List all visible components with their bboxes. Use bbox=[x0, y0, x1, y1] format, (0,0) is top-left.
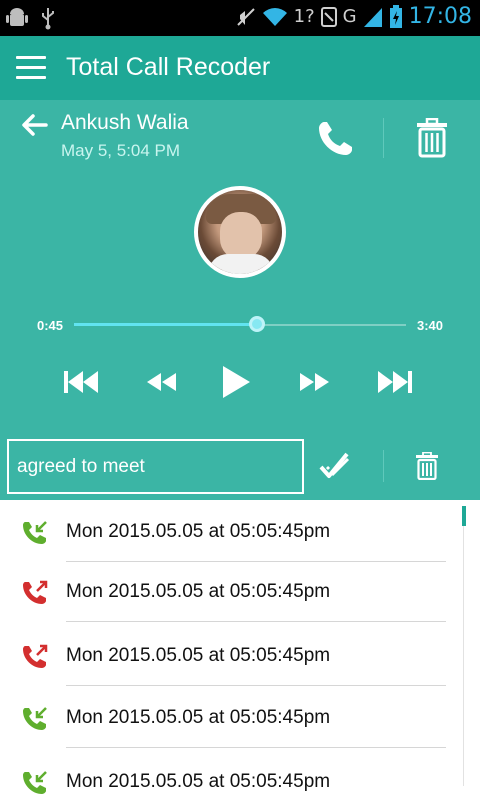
recordings-list: Mon 2015.05.05 at 05:05:45pm Mon 2015.05… bbox=[0, 500, 480, 800]
divider bbox=[383, 450, 384, 482]
incoming-call-icon bbox=[23, 707, 47, 730]
double-check-icon[interactable] bbox=[318, 450, 350, 482]
list-item[interactable]: Mon 2015.05.05 at 05:05:45pm bbox=[0, 688, 460, 748]
divider bbox=[383, 118, 384, 158]
fast-forward-icon[interactable] bbox=[298, 364, 332, 400]
play-icon[interactable] bbox=[220, 364, 252, 400]
seek-bar[interactable] bbox=[74, 316, 406, 332]
list-item[interactable]: Mon 2015.05.05 at 05:05:45pm bbox=[0, 502, 460, 562]
phone-icon[interactable] bbox=[316, 118, 356, 158]
recording-label: Mon 2015.05.05 at 05:05:45pm bbox=[66, 771, 331, 792]
signal-indicator-text: 1? bbox=[293, 6, 315, 27]
mute-icon bbox=[236, 7, 255, 26]
elapsed-time: 0:45 bbox=[37, 318, 64, 333]
network-type: G bbox=[342, 6, 357, 27]
outgoing-call-icon bbox=[23, 644, 48, 668]
cell-signal-icon bbox=[363, 7, 382, 27]
delete-icon[interactable] bbox=[414, 118, 450, 158]
recording-label: Mon 2015.05.05 at 05:05:45pm bbox=[66, 581, 331, 602]
android-debug-icon bbox=[6, 8, 28, 26]
total-duration: 3:40 bbox=[417, 318, 444, 333]
no-sim-icon bbox=[320, 6, 337, 27]
scrollbar-track[interactable] bbox=[463, 526, 464, 786]
skip-previous-icon[interactable] bbox=[62, 364, 100, 400]
contact-avatar bbox=[194, 186, 286, 278]
recording-label: Mon 2015.05.05 at 05:05:45pm bbox=[66, 521, 331, 542]
recording-label: Mon 2015.05.05 at 05:05:45pm bbox=[66, 707, 331, 728]
battery-charging-icon bbox=[389, 4, 402, 28]
menu-icon[interactable] bbox=[16, 56, 46, 80]
status-bar: 1? G 17:08 bbox=[0, 0, 480, 36]
delete-note-icon[interactable] bbox=[415, 452, 439, 480]
outgoing-call-icon bbox=[23, 580, 48, 604]
incoming-call-icon bbox=[23, 521, 47, 544]
contact-name: Ankush Walia bbox=[61, 111, 189, 134]
recording-label: Mon 2015.05.05 at 05:05:45pm bbox=[66, 645, 331, 666]
scrollbar-thumb[interactable] bbox=[462, 506, 466, 526]
rewind-icon[interactable] bbox=[144, 364, 178, 400]
wifi-icon bbox=[262, 7, 287, 26]
status-clock: 17:08 bbox=[408, 4, 472, 29]
player-panel: Ankush Walia May 5, 5:04 PM 0:45 3:40 bbox=[0, 100, 480, 500]
list-item[interactable]: Mon 2015.05.05 at 05:05:45pm bbox=[0, 562, 460, 622]
incoming-call-icon bbox=[23, 771, 47, 794]
app-title: Total Call Recoder bbox=[66, 53, 271, 81]
call-date: May 5, 5:04 PM bbox=[61, 141, 181, 160]
note-input[interactable] bbox=[7, 439, 304, 494]
usb-icon bbox=[42, 8, 54, 30]
list-item[interactable]: Mon 2015.05.05 at 05:05:45pm bbox=[0, 752, 460, 800]
seek-thumb[interactable] bbox=[248, 316, 265, 332]
list-item[interactable]: Mon 2015.05.05 at 05:05:45pm bbox=[0, 626, 460, 686]
back-arrow-icon[interactable] bbox=[20, 112, 48, 138]
app-bar: Total Call Recoder bbox=[0, 36, 480, 100]
skip-next-icon[interactable] bbox=[376, 364, 414, 400]
